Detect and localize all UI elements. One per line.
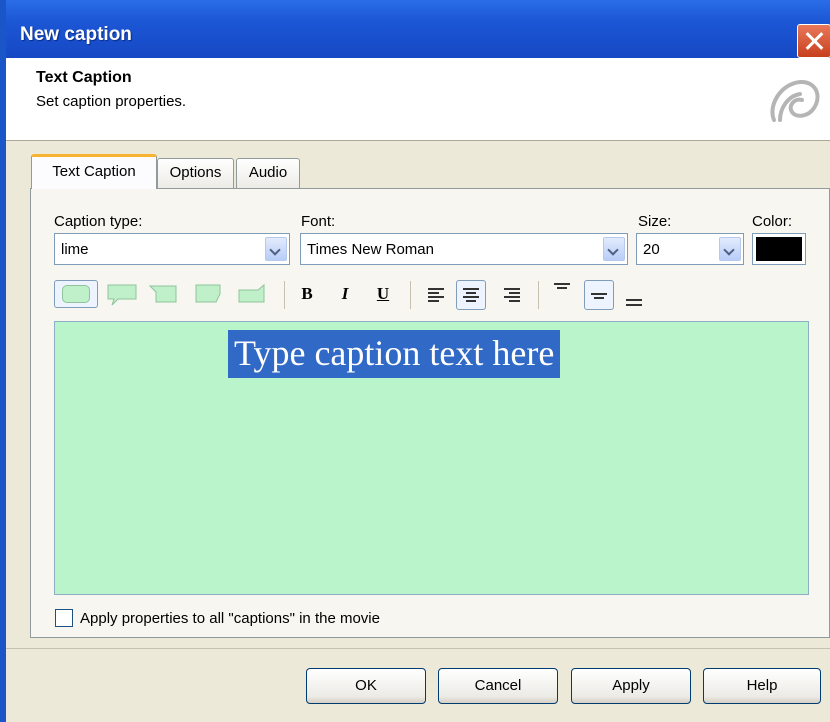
toolbar-separator [410, 281, 411, 309]
apply-all-label[interactable]: Apply properties to all "captions" in th… [80, 610, 380, 627]
italic-button[interactable]: I [332, 280, 358, 308]
underline-button[interactable]: U [370, 280, 396, 308]
app-logo-icon [770, 80, 820, 122]
header-title: Text Caption [36, 69, 132, 86]
chevron-down-icon[interactable] [603, 237, 625, 261]
bold-button[interactable]: B [294, 280, 320, 308]
color-label: Color: [752, 213, 793, 230]
tab-audio[interactable]: Audio [236, 158, 300, 188]
align-right-button[interactable] [498, 280, 528, 310]
window-title: New caption [20, 24, 132, 45]
apply-button[interactable]: Apply [571, 668, 691, 704]
caption-type-select[interactable]: lime [54, 233, 290, 265]
caption-shape-lefttab-button[interactable] [146, 280, 182, 308]
toolbar-separator [284, 281, 285, 309]
size-select[interactable]: 20 [636, 233, 744, 265]
title-bar[interactable]: New caption [6, 0, 830, 58]
ok-button[interactable]: OK [306, 668, 426, 704]
tab-text-caption[interactable]: Text Caption [31, 154, 157, 189]
speech-bubble-shape-icon [107, 284, 137, 306]
font-select[interactable]: Times New Roman [300, 233, 628, 265]
cancel-button[interactable]: Cancel [438, 668, 558, 704]
caption-type-value: lime [61, 241, 89, 258]
color-swatch [756, 237, 802, 261]
tab-label: Text Caption [52, 163, 136, 180]
dialog-header: Text Caption Set caption properties. [6, 58, 830, 141]
chevron-down-icon[interactable] [265, 237, 287, 261]
chevron-down-icon[interactable] [719, 237, 741, 261]
caption-text-selection[interactable]: Type caption text here [228, 330, 561, 378]
footer-divider [6, 648, 830, 649]
font-label: Font: [301, 213, 336, 230]
corner-tab-shape-icon [195, 284, 221, 303]
caption-shape-bubble-button[interactable] [104, 280, 140, 308]
valign-bottom-button[interactable] [620, 280, 650, 310]
valign-top-button[interactable] [548, 280, 578, 310]
caption-shape-righttab-button[interactable] [234, 280, 270, 308]
size-value: 20 [643, 241, 660, 258]
size-label: Size: [638, 213, 672, 230]
apply-all-checkbox[interactable] [55, 609, 73, 627]
rounded-rect-shape-icon [62, 285, 90, 303]
left-tab-shape-icon [148, 285, 177, 303]
close-icon[interactable] [797, 24, 830, 58]
font-value: Times New Roman [307, 241, 434, 258]
toolbar-separator [538, 281, 539, 309]
header-subtitle: Set caption properties. [36, 93, 187, 110]
tab-label: Options [169, 164, 222, 181]
align-left-button[interactable] [422, 280, 452, 310]
tab-options[interactable]: Options [157, 158, 234, 188]
caption-type-label: Caption type: [54, 213, 143, 230]
align-center-button[interactable] [456, 280, 486, 310]
tab-label: Audio [248, 164, 288, 181]
valign-middle-button[interactable] [584, 280, 614, 310]
caption-shape-cornertab-button[interactable] [190, 280, 226, 308]
caption-shape-rounded-button[interactable] [54, 280, 98, 308]
color-picker-button[interactable] [752, 233, 806, 265]
right-tab-shape-icon [238, 283, 265, 303]
help-button[interactable]: Help [703, 668, 821, 704]
